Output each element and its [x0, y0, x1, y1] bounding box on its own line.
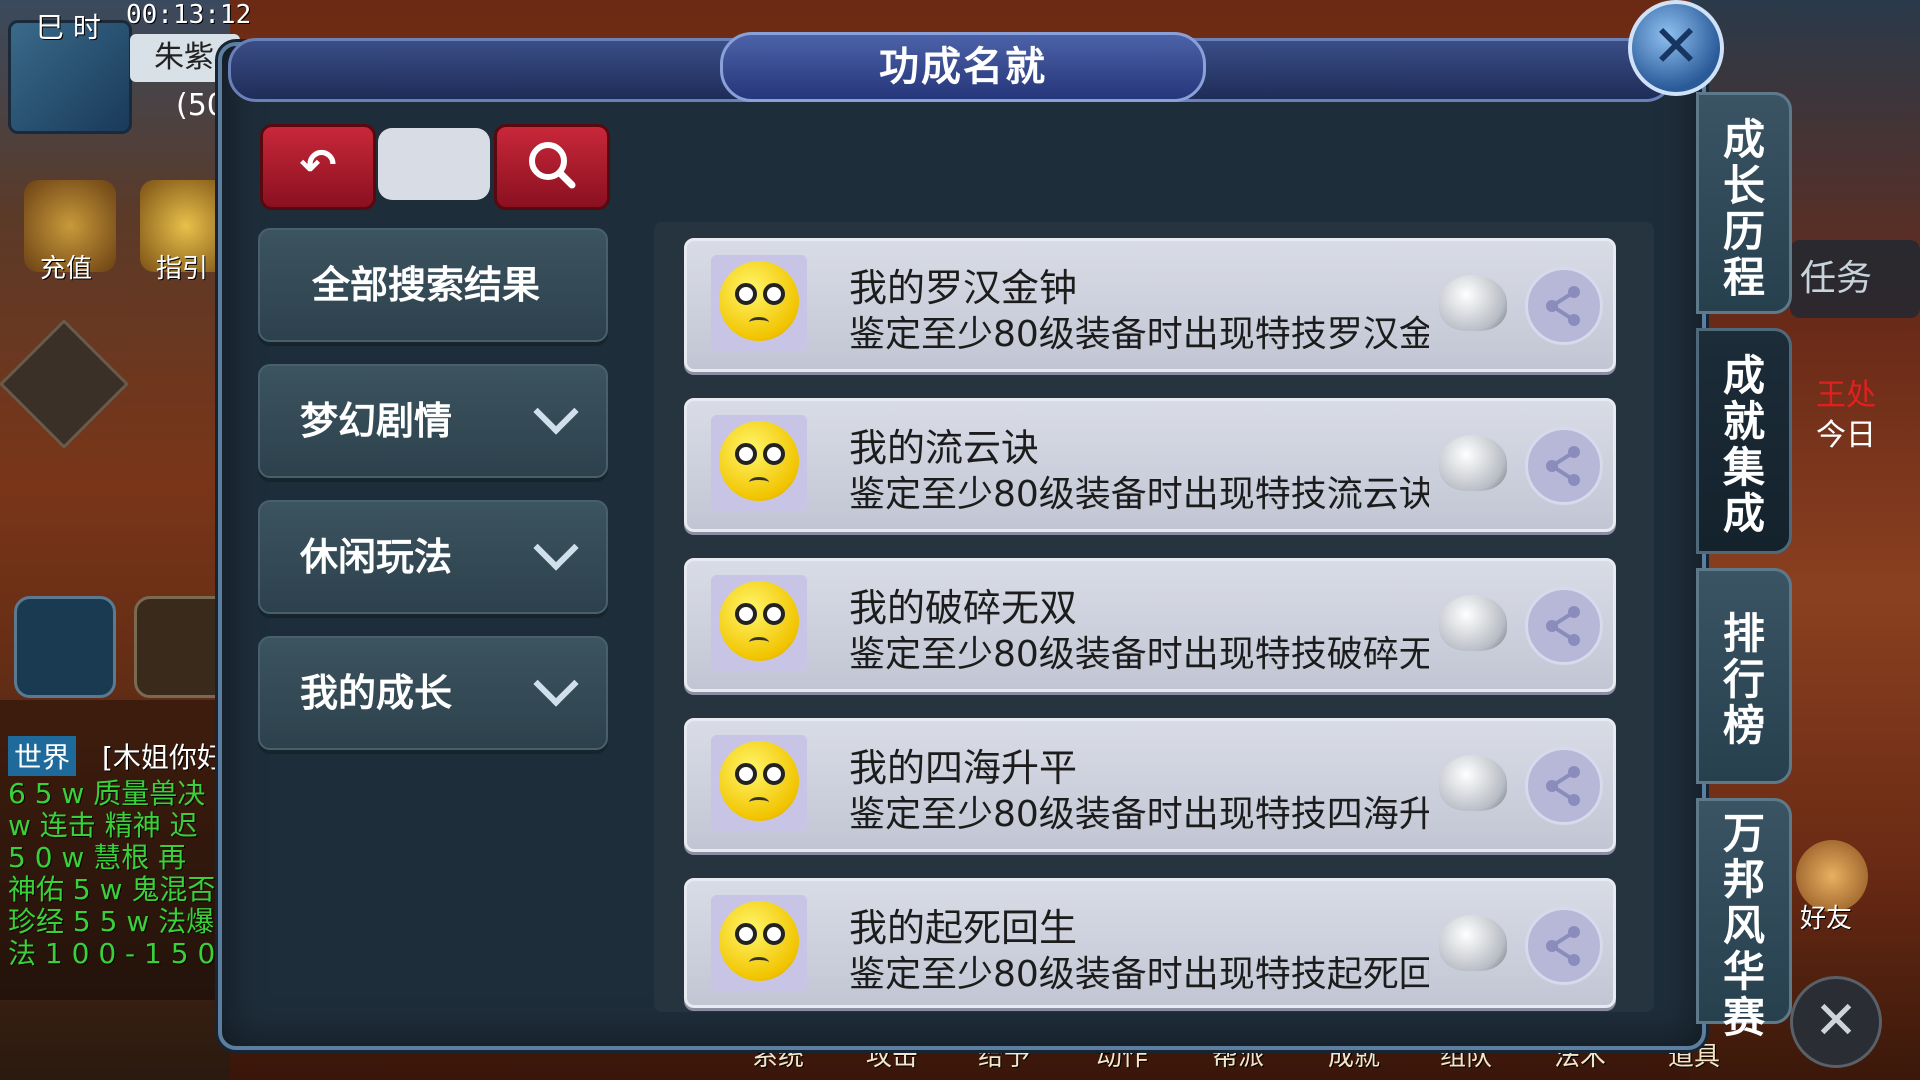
notice-text: 王处 [1816, 378, 1876, 413]
share-button[interactable] [1525, 907, 1603, 985]
search-icon [529, 142, 576, 189]
achievement-title: 我的四海升平 [849, 746, 1078, 790]
category-all-results[interactable]: 全部搜索结果 [258, 228, 608, 342]
game-clock: 00:13:12 [126, 0, 252, 30]
tab-wanbang-contest[interactable]: 万邦风华赛 [1696, 798, 1792, 1041]
category-label: 梦幻剧情 [300, 399, 453, 443]
share-icon [1546, 926, 1580, 966]
tab-leaderboard[interactable]: 排行榜 [1696, 568, 1792, 784]
achievement-title: 我的流云诀 [849, 426, 1040, 470]
collapse-menu-icon[interactable]: ✕ [1790, 976, 1882, 1068]
share-icon [1546, 606, 1580, 646]
back-button[interactable]: ↶ [260, 124, 376, 210]
chat-line: 法 1 0 0 - 1 5 0 [8, 937, 216, 970]
guide-label: 指引 [156, 254, 209, 284]
task-button[interactable]: 任务 [1790, 240, 1920, 318]
chevron-down-icon [533, 661, 579, 707]
reward-bun-icon [1439, 755, 1507, 811]
chat-line: [木姐你好 [102, 741, 225, 774]
game-period: 巳 时 [36, 11, 101, 44]
achievement-row[interactable]: 我的流云诀 鉴定至少80级装备时出现特技流云诀 [684, 398, 1616, 532]
recharge-label: 充值 [40, 254, 93, 284]
friends-label: 好友 [1800, 904, 1853, 934]
achievement-row[interactable]: 我的破碎无双 鉴定至少80级装备时出现特技破碎无双 [684, 558, 1616, 692]
pleading-face-icon [719, 901, 799, 981]
achievement-row[interactable]: 我的罗汉金钟 鉴定至少80级装备时出现特技罗汉金钟 [684, 238, 1616, 372]
share-button[interactable] [1525, 587, 1603, 665]
pleading-face-icon [719, 741, 799, 821]
chat-panel[interactable]: 世界 [木姐你好 6 5 w 质量兽决 w 连击 精神 迟 5 0 w 慧根 再… [0, 700, 230, 1000]
panel-title: 功成名就 [720, 32, 1206, 102]
back-arrow-icon: ↶ [299, 140, 337, 191]
reward-bun-icon [1439, 595, 1507, 651]
search-input[interactable] [378, 128, 490, 200]
pleading-face-icon [719, 421, 799, 501]
tab-growth-history[interactable]: 成长历程 [1696, 92, 1792, 314]
category-label: 休闲玩法 [300, 535, 453, 579]
chevron-down-icon [533, 525, 579, 571]
chat-channel-tag[interactable]: 世界 [8, 736, 77, 776]
achievement-row[interactable]: 我的起死回生 鉴定至少80级装备时出现特技起死回生 [684, 878, 1616, 1008]
achievement-desc: 鉴定至少80级装备时出现特技罗汉金钟 [849, 314, 1429, 355]
share-icon [1546, 446, 1580, 486]
pleading-face-icon [719, 581, 799, 661]
tab-label: 成就集成 [1722, 351, 1765, 538]
share-button[interactable] [1525, 427, 1603, 505]
category-label: 我的成长 [300, 671, 453, 715]
achievement-title: 我的起死回生 [849, 906, 1078, 950]
achievement-desc: 鉴定至少80级装备时出现特技起死回生 [849, 954, 1429, 995]
reward-bun-icon [1439, 275, 1507, 331]
category-leisure[interactable]: 休闲玩法 [258, 500, 608, 614]
achievement-desc: 鉴定至少80级装备时出现特技四海升平 [849, 794, 1429, 835]
category-story[interactable]: 梦幻剧情 [258, 364, 608, 478]
tab-label: 成长历程 [1722, 115, 1765, 302]
category-my-growth[interactable]: 我的成长 [258, 636, 608, 750]
tab-achievement-collection[interactable]: 成就集成 [1696, 328, 1792, 554]
tab-label: 万邦风华赛 [1722, 809, 1765, 1042]
share-icon [1546, 286, 1580, 326]
share-button[interactable] [1525, 267, 1603, 345]
achievement-row[interactable]: 我的四海升平 鉴定至少80级装备时出现特技四海升平 [684, 718, 1616, 852]
reward-bun-icon [1439, 435, 1507, 491]
category-label: 全部搜索结果 [312, 263, 541, 307]
tab-label: 排行榜 [1722, 609, 1765, 750]
achievement-desc: 鉴定至少80级装备时出现特技破碎无双 [849, 634, 1429, 675]
chat-bubble-icon[interactable] [14, 596, 116, 698]
search-button[interactable] [494, 124, 610, 210]
share-icon [1546, 766, 1580, 806]
achievement-title: 我的罗汉金钟 [849, 266, 1078, 310]
reward-bun-icon [1439, 915, 1507, 971]
chevron-down-icon [533, 389, 579, 435]
pleading-face-icon [719, 261, 799, 341]
share-button[interactable] [1525, 747, 1603, 825]
notice-text: 今日 [1816, 418, 1876, 453]
achievement-desc: 鉴定至少80级装备时出现特技流云诀 [849, 474, 1429, 515]
close-button[interactable]: ✕ [1628, 0, 1724, 96]
achievement-title: 我的破碎无双 [849, 586, 1078, 630]
